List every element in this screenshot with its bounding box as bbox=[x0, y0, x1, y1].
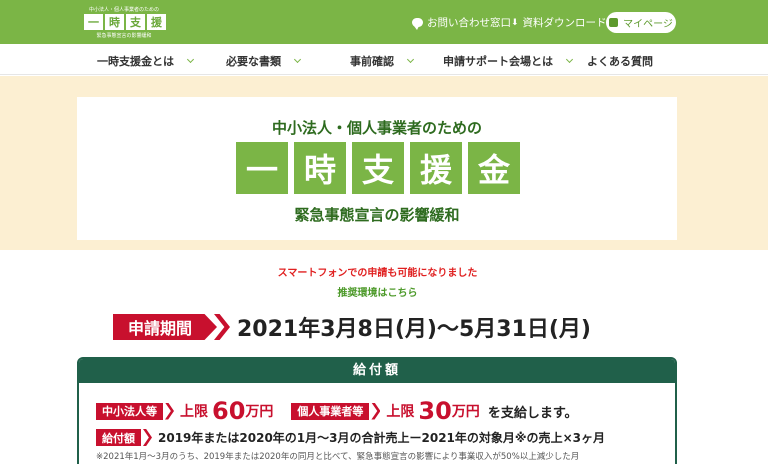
download-icon: ⬇ bbox=[511, 17, 519, 28]
nav-item-label: 一時支援金とは bbox=[97, 55, 174, 68]
benefit-amount-heading: 給付額 bbox=[79, 359, 675, 383]
nav-item-documents[interactable]: 必要な書類 bbox=[226, 53, 302, 69]
site-header: 中小法人・個人事業者のための 一 時 支 援 緊急事態宣言の影響緩和 お問い合わ… bbox=[0, 0, 768, 44]
corp-limit-label: 上限 bbox=[180, 404, 208, 420]
period-dates: 2021年3月8日(月)～5月31日(月) bbox=[237, 317, 591, 342]
nav-item-support-venue[interactable]: 申請サポート会場とは bbox=[443, 53, 574, 69]
logo-char: 時 bbox=[105, 14, 124, 30]
logo-bottom-caption: 緊急事態宣言の影響緩和 bbox=[96, 33, 152, 39]
smartphone-notice: スマートフォンでの申請も可能になりました bbox=[277, 268, 478, 279]
logo-char: 支 bbox=[126, 14, 145, 30]
benefit-footnote: ※2021年1月～3月のうち、2019年または2020年の同月と比べて、緊急事態… bbox=[96, 452, 580, 462]
corp-limit-unit: 万円 bbox=[245, 404, 274, 420]
hero-title-char: 一 bbox=[236, 142, 288, 194]
mypage-button[interactable]: マイページ bbox=[606, 12, 676, 33]
benefit-formula-row: 給付額 2019年または2020年の1月～3月の合計売上ー2021年の対象月※の… bbox=[96, 429, 605, 446]
nav-item-precheck[interactable]: 事前確認 bbox=[350, 53, 415, 69]
benefit-limit-row: 中小法人等 上限 60 万円 個人事業者等 上限 30 万円 を支給します。 bbox=[96, 397, 578, 425]
hero-title-char: 支 bbox=[352, 142, 404, 194]
mypage-label: マイページ bbox=[623, 19, 673, 30]
benefit-amount-panel: 給付額 中小法人等 上限 60 万円 個人事業者等 上限 30 万円 を支給しま… bbox=[77, 357, 677, 464]
main-nav: 一時支援金とは 必要な書類 事前確認 申請サポート会場とは よくある質問 bbox=[0, 44, 768, 75]
benefit-formula: 2019年または2020年の1月～3月の合計売上ー2021年の対象月※の売上×3… bbox=[158, 431, 605, 445]
download-link-label: 資料ダウンロード bbox=[522, 17, 607, 29]
chevron-right-icon bbox=[143, 429, 152, 446]
chevron-right-icon bbox=[165, 402, 174, 420]
chat-bubble-icon bbox=[412, 18, 423, 30]
hero-title-char: 援 bbox=[410, 142, 462, 194]
hero-title-char: 時 bbox=[294, 142, 346, 194]
recommended-env-link[interactable]: 推奨環境はこちら bbox=[0, 284, 755, 299]
hero-title-char: 金 bbox=[468, 142, 520, 194]
benefit-tail-text: を支給します。 bbox=[487, 405, 578, 421]
hero-banner: 中小法人・個人事業者のための 一 時 支 援 金 緊急事態宣言の影響緩和 bbox=[0, 76, 768, 250]
nav-item-about[interactable]: 一時支援金とは bbox=[97, 53, 195, 69]
logo-char: 一 bbox=[84, 14, 103, 30]
chevron-down-icon bbox=[293, 55, 302, 64]
contact-link[interactable]: お問い合わせ窓口 bbox=[412, 15, 511, 30]
hero-subtitle: 緊急事態宣言の影響緩和 bbox=[294, 206, 460, 224]
hero-lead: 中小法人・個人事業者のための bbox=[271, 119, 482, 137]
nav-item-label: 必要な書類 bbox=[226, 55, 281, 68]
chevron-down-icon bbox=[565, 55, 574, 64]
formula-tag: 給付額 bbox=[96, 429, 141, 446]
indiv-limit-label: 上限 bbox=[386, 404, 415, 420]
logo-top-caption: 中小法人・個人事業者のための bbox=[88, 7, 159, 13]
indiv-limit-value: 30 bbox=[418, 397, 452, 425]
nav-item-faq[interactable]: よくある質問 bbox=[587, 53, 653, 69]
user-icon bbox=[609, 18, 619, 27]
period-tag: 申請期間 bbox=[113, 314, 217, 340]
hero-card: 中小法人・個人事業者のための 一 時 支 援 金 緊急事態宣言の影響緩和 bbox=[77, 97, 677, 240]
logo-title: 一 時 支 援 bbox=[84, 14, 166, 30]
chevron-right-icon bbox=[371, 402, 381, 420]
nav-item-label: 申請サポート会場とは bbox=[443, 55, 553, 68]
indiv-tag: 個人事業者等 bbox=[291, 402, 370, 420]
nav-item-label: 事前確認 bbox=[350, 55, 394, 68]
site-logo[interactable]: 中小法人・個人事業者のための 一 時 支 援 緊急事態宣言の影響緩和 bbox=[82, 6, 166, 39]
corp-tag: 中小法人等 bbox=[96, 402, 163, 420]
logo-char: 援 bbox=[147, 14, 166, 30]
nav-item-label: よくある質問 bbox=[587, 55, 653, 68]
indiv-limit-unit: 万円 bbox=[451, 404, 480, 420]
chevron-down-icon bbox=[406, 55, 415, 64]
hero-title: 一 時 支 援 金 bbox=[236, 142, 520, 194]
corp-limit-value: 60 bbox=[212, 397, 246, 425]
chevron-down-icon bbox=[186, 55, 195, 64]
contact-link-label: お問い合わせ窓口 bbox=[427, 17, 511, 29]
download-link[interactable]: ⬇ 資料ダウンロード bbox=[511, 15, 607, 30]
